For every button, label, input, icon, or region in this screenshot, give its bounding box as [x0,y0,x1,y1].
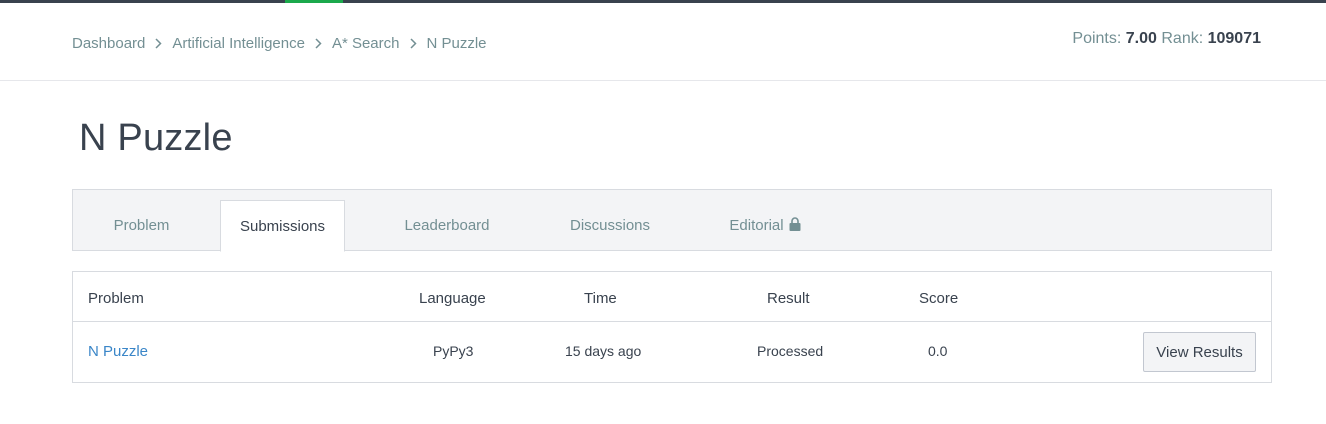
column-header-language: Language [419,290,486,307]
chevron-right-icon [155,38,162,49]
submission-language: PyPy3 [433,343,474,359]
submissions-table: Problem Language Time Result Score N Puz… [72,271,1272,383]
breadcrumb-dashboard[interactable]: Dashboard [72,35,145,52]
column-header-problem: Problem [88,290,144,307]
submission-time: 15 days ago [565,343,642,359]
column-header-time: Time [584,290,617,307]
breadcrumb-n-puzzle: N Puzzle [426,35,487,52]
tab-editorial[interactable]: Editorial [715,200,815,251]
submission-result: Processed [757,343,824,359]
tab-label: Discussions [569,217,651,234]
view-results-button[interactable]: View Results [1143,332,1256,372]
page-title: N Puzzle [79,117,233,159]
breadcrumb: Dashboard Artificial Intelligence A* Sea… [72,35,487,52]
header: Dashboard Artificial Intelligence A* Sea… [0,3,1326,81]
points-value: 7.00 [1125,30,1157,47]
breadcrumb-a-star-search[interactable]: A* Search [332,35,400,52]
tab-leaderboard[interactable]: Leaderboard [385,200,509,251]
rank-label: Rank: [1161,30,1204,47]
tab-label: Editorial [729,217,784,234]
tab-label: Leaderboard [404,217,490,234]
chevron-right-icon [315,38,322,49]
tab-label: Problem [113,217,170,234]
column-header-result: Result [767,290,810,307]
tab-submissions[interactable]: Submissions [220,200,345,252]
breadcrumb-artificial-intelligence[interactable]: Artificial Intelligence [172,35,305,52]
column-header-score: Score [919,290,959,307]
tab-discussions[interactable]: Discussions [551,200,669,251]
tab-problem[interactable]: Problem [83,200,200,251]
submission-problem-link[interactable]: N Puzzle [88,343,148,360]
chevron-right-icon [409,38,417,49]
tab-label: Submissions [239,217,326,235]
table-header: Problem Language Time Result Score [73,272,1271,322]
table-row: N Puzzle PyPy3 15 days ago Processed 0.0… [73,322,1271,382]
submission-score: 0.0 [928,343,948,359]
lock-icon [789,216,801,235]
user-stats: Points: 7.00 Rank: 109071 [1072,30,1261,48]
rank-value: 109071 [1207,30,1261,47]
points-label: Points: [1072,30,1122,47]
tab-bar: Problem Submissions Leaderboard Discussi… [72,189,1272,252]
